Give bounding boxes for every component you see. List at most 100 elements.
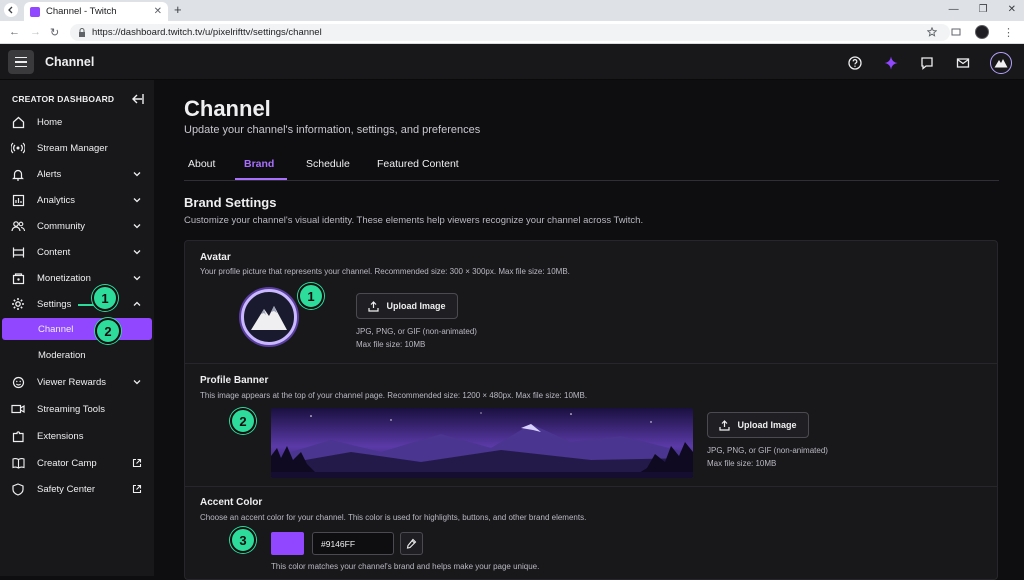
banner-size-hint: Max file size: 10MB bbox=[707, 459, 777, 468]
sidebar-item-streaming-tools[interactable]: Streaming Tools bbox=[0, 398, 154, 420]
sidebar-item-label: Content bbox=[37, 246, 71, 258]
bell-icon bbox=[11, 167, 25, 181]
callout-marker-2: 2 bbox=[95, 318, 121, 344]
upload-avatar-button-label: Upload Image bbox=[386, 301, 446, 311]
sidebar-item-home[interactable]: Home bbox=[0, 111, 154, 133]
chevron-down-icon bbox=[133, 276, 141, 281]
banner-description: This image appears at the top of your ch… bbox=[200, 391, 588, 400]
sidebar-item-label: Alerts bbox=[37, 168, 62, 180]
back-icon[interactable]: ← bbox=[9, 26, 20, 38]
sidebar-item-community[interactable]: Community bbox=[0, 215, 154, 237]
sidebar-item-analytics[interactable]: Analytics bbox=[0, 189, 154, 211]
restore-icon[interactable]: ❐ bbox=[979, 4, 988, 15]
reload-icon[interactable]: ↻ bbox=[50, 26, 59, 39]
sidebar-item-stream-manager[interactable]: Stream Manager bbox=[0, 137, 154, 159]
eyedropper-icon bbox=[406, 538, 417, 549]
profile-banner-image bbox=[271, 408, 693, 478]
mountain-logo-icon bbox=[251, 306, 287, 330]
divider bbox=[185, 486, 997, 487]
tab-featured-content[interactable]: Featured Content bbox=[377, 158, 459, 170]
tab-close-icon[interactable]: ✕ bbox=[154, 6, 162, 17]
video-icon bbox=[11, 402, 25, 416]
accent-hex-input[interactable]: #9146FF bbox=[312, 532, 394, 555]
window-close-icon[interactable]: ✕ bbox=[1008, 4, 1016, 15]
upload-banner-button[interactable]: Upload Image bbox=[707, 412, 809, 438]
people-icon bbox=[11, 219, 25, 233]
chart-icon bbox=[11, 193, 25, 207]
user-avatar[interactable] bbox=[990, 52, 1012, 74]
help-icon[interactable] bbox=[846, 54, 864, 72]
sidebar-item-viewer-rewards[interactable]: Viewer Rewards bbox=[0, 371, 154, 393]
inbox-mail-icon[interactable] bbox=[954, 54, 972, 72]
upload-avatar-button[interactable]: Upload Image bbox=[356, 293, 458, 319]
rewards-icon bbox=[11, 375, 25, 389]
upload-banner-button-label: Upload Image bbox=[737, 420, 797, 430]
new-tab-icon[interactable]: + bbox=[174, 3, 182, 17]
lock-icon bbox=[79, 28, 85, 37]
sidebar-header: CREATOR DASHBOARD bbox=[12, 94, 115, 104]
section-title: Brand Settings bbox=[184, 195, 277, 210]
sidebar-item-label: Creator Camp bbox=[37, 457, 97, 469]
avatar-size-hint: Max file size: 10MB bbox=[356, 340, 426, 349]
cast-icon[interactable] bbox=[951, 27, 961, 37]
page-title: Channel bbox=[184, 96, 271, 121]
sidebar-item-label: Safety Center bbox=[37, 483, 96, 495]
forward-icon[interactable]: → bbox=[30, 26, 41, 38]
sparkle-icon[interactable] bbox=[882, 54, 900, 72]
sidebar-item-monetization[interactable]: Monetization bbox=[0, 267, 154, 289]
sidebar-item-extensions[interactable]: Extensions bbox=[0, 425, 154, 447]
browser-profile-icon[interactable] bbox=[975, 25, 989, 39]
shield-icon bbox=[11, 482, 25, 496]
sidebar-subitem-label: Moderation bbox=[38, 349, 86, 361]
sidebar-subitem-channel[interactable]: Channel bbox=[2, 318, 152, 340]
sidebar-subitem-moderation[interactable]: Moderation bbox=[2, 344, 152, 366]
chevron-down-icon bbox=[133, 172, 141, 177]
puzzle-icon bbox=[11, 429, 25, 443]
channel-avatar bbox=[241, 289, 297, 345]
tab-about[interactable]: About bbox=[188, 158, 215, 170]
topbar-title: Channel bbox=[45, 55, 95, 69]
sidebar-item-content[interactable]: Content bbox=[0, 241, 154, 263]
chevron-down-icon bbox=[133, 380, 141, 385]
sidebar-item-alerts[interactable]: Alerts bbox=[0, 163, 154, 185]
sidebar-subitem-label: Channel bbox=[38, 323, 74, 335]
tab-schedule[interactable]: Schedule bbox=[306, 158, 350, 170]
sidebar-item-label: Extensions bbox=[37, 430, 84, 442]
callout-marker-1: 1 bbox=[298, 283, 324, 309]
bookmark-star-icon[interactable] bbox=[927, 27, 937, 37]
sidebar-item-label: Stream Manager bbox=[37, 142, 108, 154]
hamburger-menu-icon[interactable] bbox=[8, 50, 34, 74]
browser-toolbar-right: ⋮ bbox=[927, 25, 1014, 39]
callout-line bbox=[78, 304, 94, 306]
browser-back-circle-icon[interactable] bbox=[4, 3, 18, 17]
active-tab-indicator bbox=[235, 178, 287, 180]
external-link-icon bbox=[132, 458, 142, 468]
channel-tabs: About Brand Schedule Featured Content bbox=[184, 153, 999, 181]
sidebar-item-safety-center[interactable]: Safety Center bbox=[0, 478, 154, 500]
sidebar-item-settings[interactable]: Settings bbox=[0, 293, 154, 315]
minimize-icon[interactable]: — bbox=[949, 4, 959, 15]
content-icon bbox=[11, 245, 25, 259]
sidebar-item-creator-camp[interactable]: Creator Camp bbox=[0, 452, 154, 474]
banner-title: Profile Banner bbox=[200, 375, 269, 386]
dashboard-topbar: Channel bbox=[0, 44, 1024, 80]
eyedropper-button[interactable] bbox=[400, 532, 423, 555]
chat-bubble-icon[interactable] bbox=[918, 54, 936, 72]
window-controls: — ❐ ✕ bbox=[949, 4, 1016, 15]
callout-marker-1: 1 bbox=[92, 285, 118, 311]
sidebar-item-label: Community bbox=[37, 220, 86, 232]
banner-format-hint: JPG, PNG, or GIF (non-animated) bbox=[707, 446, 828, 455]
main-content: Channel Update your channel's informatio… bbox=[154, 80, 1024, 580]
accent-color-swatch[interactable] bbox=[271, 532, 304, 555]
accent-note: This color matches your channel's brand … bbox=[271, 562, 540, 571]
browser-menu-icon[interactable]: ⋮ bbox=[1003, 26, 1014, 39]
url-field[interactable]: https://dashboard.twitch.tv/u/pixelriftt… bbox=[70, 24, 950, 41]
url-text: https://dashboard.twitch.tv/u/pixelriftt… bbox=[92, 27, 322, 38]
broadcast-icon bbox=[11, 141, 25, 155]
divider bbox=[185, 363, 997, 364]
avatar-description: Your profile picture that represents you… bbox=[200, 267, 570, 276]
upload-icon bbox=[719, 419, 731, 431]
browser-tab[interactable]: Channel - Twitch ✕ bbox=[24, 2, 168, 21]
collapse-sidebar-icon[interactable] bbox=[130, 93, 144, 105]
tab-brand[interactable]: Brand bbox=[244, 158, 274, 170]
